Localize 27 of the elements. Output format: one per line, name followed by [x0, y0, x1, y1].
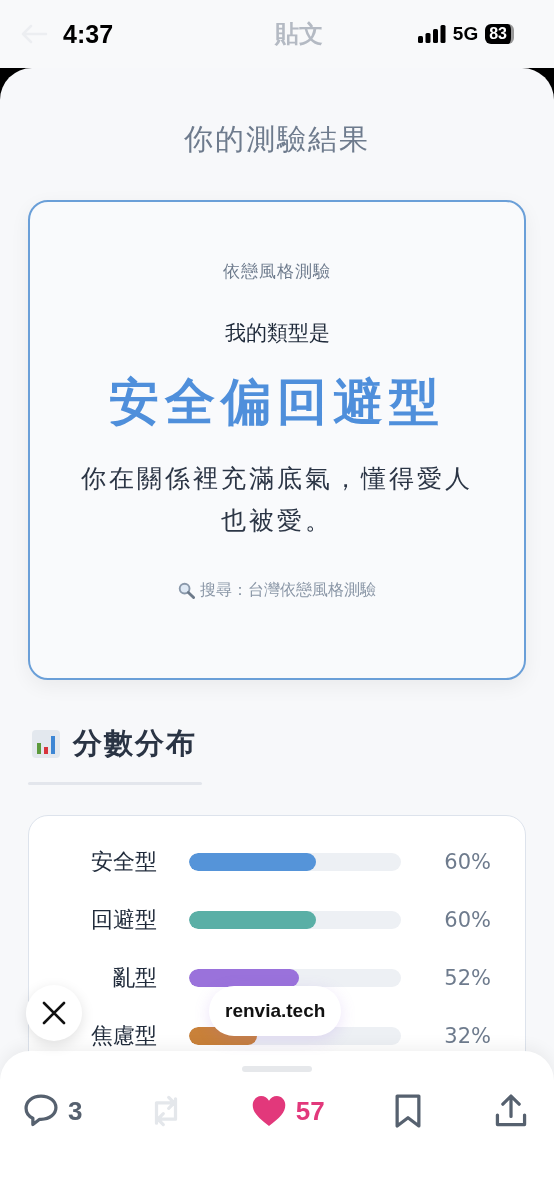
site-toast[interactable]: renvia.tech — [209, 986, 342, 1036]
score-label: 回避型 — [90, 905, 157, 934]
score-percent: 32% — [444, 1023, 491, 1048]
result-description: 你在關係裡充滿底氣，懂得愛人也被愛。 — [80, 463, 474, 537]
battery-indicator: 83 — [485, 24, 514, 44]
score-label: 焦慮型 — [90, 1021, 157, 1050]
score-label: 亂型 — [112, 963, 157, 992]
score-label: 安全型 — [90, 847, 157, 876]
network-type: 5G — [452, 23, 479, 45]
chart-icon — [31, 729, 61, 759]
score-percent: 60% — [444, 849, 491, 874]
quiz-name: 依戀風格測驗 — [223, 260, 331, 283]
search-icon — [178, 582, 195, 599]
header-title: 貼文 — [275, 19, 323, 50]
score-percent: 60% — [444, 907, 491, 932]
reply-button[interactable]: 3 — [22, 1092, 83, 1130]
page-title: 你的測驗結果 — [183, 121, 371, 158]
section-title: 分數分布 — [73, 725, 197, 762]
result-type: 安全偏回避型 — [109, 372, 445, 433]
intro-text: 我的類型是 — [224, 320, 330, 347]
close-icon — [42, 1001, 66, 1025]
score-percent: 52% — [444, 965, 491, 990]
status-time: 4:37 — [63, 19, 115, 49]
search-hint: 搜尋：台灣依戀風格測驗 — [200, 580, 376, 601]
signal-icon — [417, 25, 446, 43]
like-button[interactable]: 57 — [249, 1092, 325, 1130]
drag-handle[interactable] — [242, 1066, 312, 1072]
